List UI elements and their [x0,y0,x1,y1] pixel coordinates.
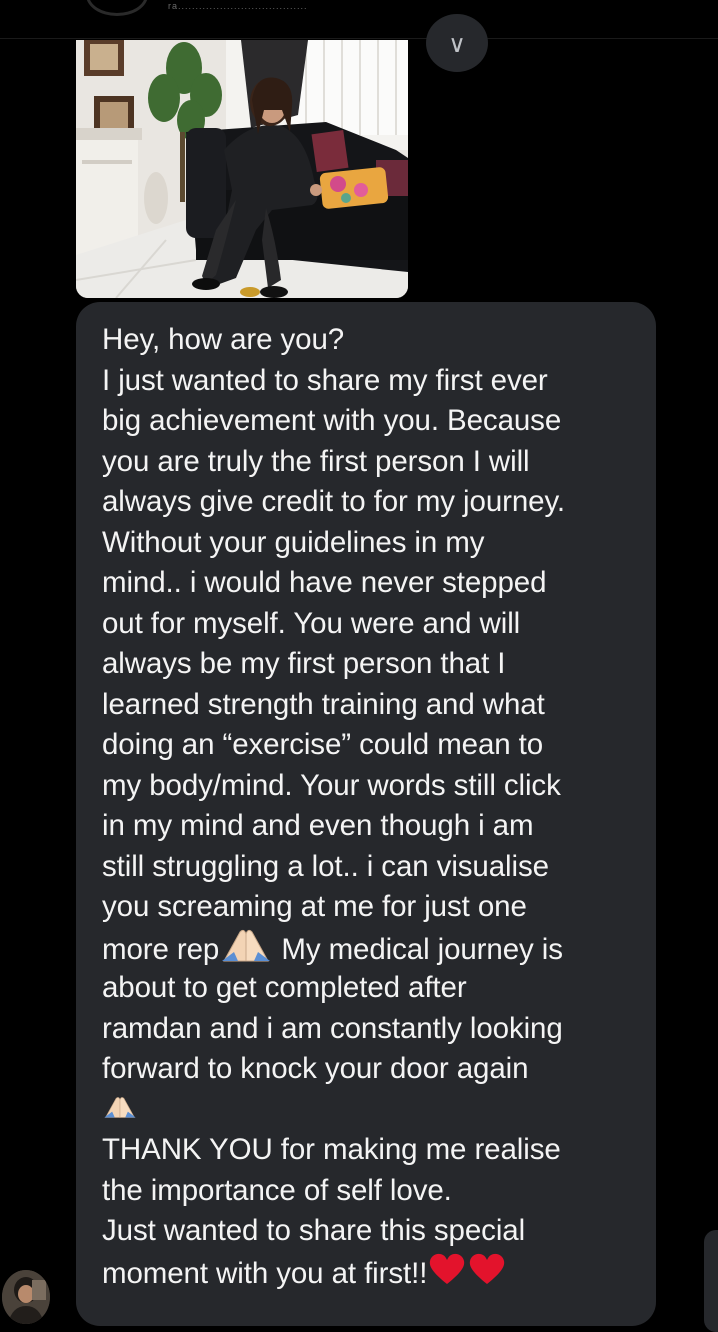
message-line: my body/mind. Your words still click [102,768,561,802]
message-text: My medical journey is [273,932,563,966]
adjacent-bubble-edge [704,1230,718,1332]
jump-to-latest-button[interactable]: ∨ [426,14,488,72]
message-line-rep: more rep My medical journey is [102,928,636,969]
message-line: the importance of self love. [102,1173,452,1207]
message-bubble[interactable]: Hey, how are you? I just wanted to share… [76,302,656,1326]
message-line: you screaming at me for just one [102,890,527,923]
message-line-emoji [102,1090,636,1131]
message-line: learned strength training and what [102,687,545,721]
message-line: Just wanted to share this special [102,1214,526,1247]
message-line: Hey, how are you? [102,323,345,356]
photo-image [76,40,408,298]
chevron-down-icon: ∨ [448,31,466,58]
message-text: moment with you at first!! [102,1256,428,1290]
message-line: Without your guidelines in my [102,525,485,559]
message-line: in my mind and even though i am [102,809,534,842]
message-line: always give credit to for my journey. [102,485,566,518]
message-line: still struggling a lot.. i can visualise [102,849,549,883]
message-line: ramdan and i am constantly looking [102,1011,563,1045]
folded-hands-emoji [103,1090,137,1136]
message-line: big achievement with you. Because [102,404,562,437]
folded-hands-emoji [220,928,272,974]
message-line: you are truly the first person I will [102,444,530,478]
header-username[interactable]: ra..................................... [168,2,420,10]
message-line: THANK YOU for making me realise [102,1133,561,1166]
message-line: out for myself. You were and will [102,606,521,640]
chat-header: ra..................................... [0,0,718,39]
red-heart-emoji [468,1252,506,1298]
message-line: doing an “exercise” could mean to [102,728,544,761]
message-line: always be my first person that I [102,647,506,680]
shared-photo[interactable] [76,40,408,298]
red-heart-emoji [428,1252,466,1298]
message-line-last: moment with you at first!! [102,1252,636,1293]
sender-avatar[interactable] [2,1270,50,1324]
message-line: forward to knock your door again [102,1052,529,1085]
message-line: mind.. i would have never stepped [102,566,547,599]
header-avatar[interactable] [86,0,148,16]
message-line: I just wanted to share my first ever [102,363,548,397]
message-text: more rep [102,932,220,966]
message-line: about to get completed after [102,971,467,1004]
